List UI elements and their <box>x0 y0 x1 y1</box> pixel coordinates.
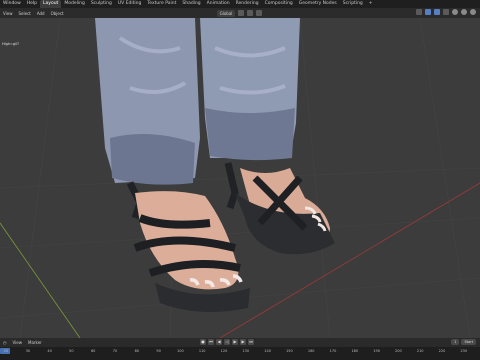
tab-geometry-nodes[interactable]: Geometry Nodes <box>296 0 340 8</box>
menu-select[interactable]: Select <box>16 11 34 16</box>
rendered-shading-icon[interactable] <box>470 9 476 15</box>
timeline-tick: 130 <box>242 349 250 353</box>
solid-shading-icon[interactable] <box>452 9 458 15</box>
y-axis-line <box>0 222 81 338</box>
timeline-tick: 110 <box>198 349 206 353</box>
top-bar: Window Help Layout Modeling Sculpting UV… <box>0 0 480 8</box>
viewport-object-label: High=gll? <box>2 42 20 46</box>
xray-icon[interactable] <box>443 9 449 15</box>
timeline-tick: 200 <box>395 349 402 353</box>
jump-start-icon[interactable]: ⏮ <box>208 339 214 345</box>
menu-window[interactable]: Window <box>0 0 24 8</box>
tab-animation[interactable]: Animation <box>204 0 233 8</box>
play-reverse-icon[interactable]: ◁ <box>224 339 230 345</box>
right-shoe <box>224 162 335 255</box>
viewport-shading-controls <box>416 9 476 15</box>
tab-compositing[interactable]: Compositing <box>262 0 296 8</box>
jeans <box>95 18 300 185</box>
timeline-tick: 220 <box>438 349 446 353</box>
timeline-tick: 70 <box>112 349 118 353</box>
visibility-icon[interactable] <box>416 9 422 15</box>
prev-key-icon[interactable]: ◀ <box>216 339 222 345</box>
timeline-tick: 160 <box>307 349 315 353</box>
timeline-tick: 230 <box>460 349 468 353</box>
frame-range: 1 Start <box>451 339 476 345</box>
tab-scripting[interactable]: Scripting <box>340 0 366 8</box>
timeline-tick: 60 <box>90 349 96 353</box>
timeline-tick: 100 <box>177 349 184 353</box>
gizmo-icon[interactable] <box>425 9 431 15</box>
tab-layout[interactable]: Layout <box>40 0 62 8</box>
current-frame-field[interactable]: 1 <box>451 339 460 345</box>
pivot-icon[interactable] <box>238 10 245 16</box>
tab-texture-paint[interactable]: Texture Paint <box>144 0 179 8</box>
timeline-tick: 30 <box>25 349 31 353</box>
timeline-tick: 210 <box>416 349 424 353</box>
proportional-edit-icon[interactable] <box>256 10 263 16</box>
timeline-tick: 180 <box>351 349 359 353</box>
playback-controls: ● ⏮ ◀ ◁ ▶ ▶ ⏭ <box>200 339 254 345</box>
menu-view[interactable]: View <box>0 11 16 16</box>
timeline-editor-icon[interactable]: ◷ <box>0 340 10 345</box>
scene-render <box>0 18 480 338</box>
tab-modeling[interactable]: Modeling <box>61 0 87 8</box>
menu-help[interactable]: Help <box>24 0 40 8</box>
overlays-icon[interactable] <box>434 9 440 15</box>
record-icon[interactable]: ● <box>200 339 206 345</box>
timeline-tick: 140 <box>264 349 271 353</box>
tab-shading[interactable]: Shading <box>179 0 203 8</box>
material-shading-icon[interactable] <box>461 9 467 15</box>
timeline-tick: 20 <box>3 349 9 353</box>
tab-rendering[interactable]: Rendering <box>233 0 262 8</box>
play-icon[interactable]: ▶ <box>232 339 238 345</box>
timeline-tick: 170 <box>329 349 337 353</box>
timeline-tick: 90 <box>156 349 161 353</box>
timeline-tick: 40 <box>47 349 52 353</box>
orientation-dropdown[interactable]: Global <box>216 9 236 17</box>
snap-icon[interactable] <box>247 10 254 16</box>
add-workspace-button[interactable]: + <box>366 0 376 8</box>
timeline-tick: 50 <box>69 349 74 353</box>
menu-add[interactable]: Add <box>34 11 48 16</box>
viewport-header: View Select Add Object Global <box>0 8 480 18</box>
jump-end-icon[interactable]: ⏭ <box>248 339 254 345</box>
timeline-tick: 190 <box>373 349 380 353</box>
timeline-tick: 150 <box>286 349 293 353</box>
tab-uv-editing[interactable]: UV Editing <box>115 0 144 8</box>
timeline-menu-marker[interactable]: Marker <box>25 340 45 345</box>
timeline-tick: 120 <box>220 349 228 353</box>
next-key-icon[interactable]: ▶ <box>240 339 246 345</box>
start-frame-field[interactable]: Start <box>461 339 476 345</box>
timeline-menu-view[interactable]: View <box>10 340 26 345</box>
menu-object[interactable]: Object <box>48 11 67 16</box>
timeline-tick: 80 <box>134 349 140 353</box>
3d-viewport[interactable]: High=gll? <box>0 18 480 338</box>
tab-sculpting[interactable]: Sculpting <box>88 0 115 8</box>
timeline-ruler[interactable]: 20 30 40 50 60 70 80 90 100 110 120 130 140 150 160 170… <box>0 347 480 360</box>
